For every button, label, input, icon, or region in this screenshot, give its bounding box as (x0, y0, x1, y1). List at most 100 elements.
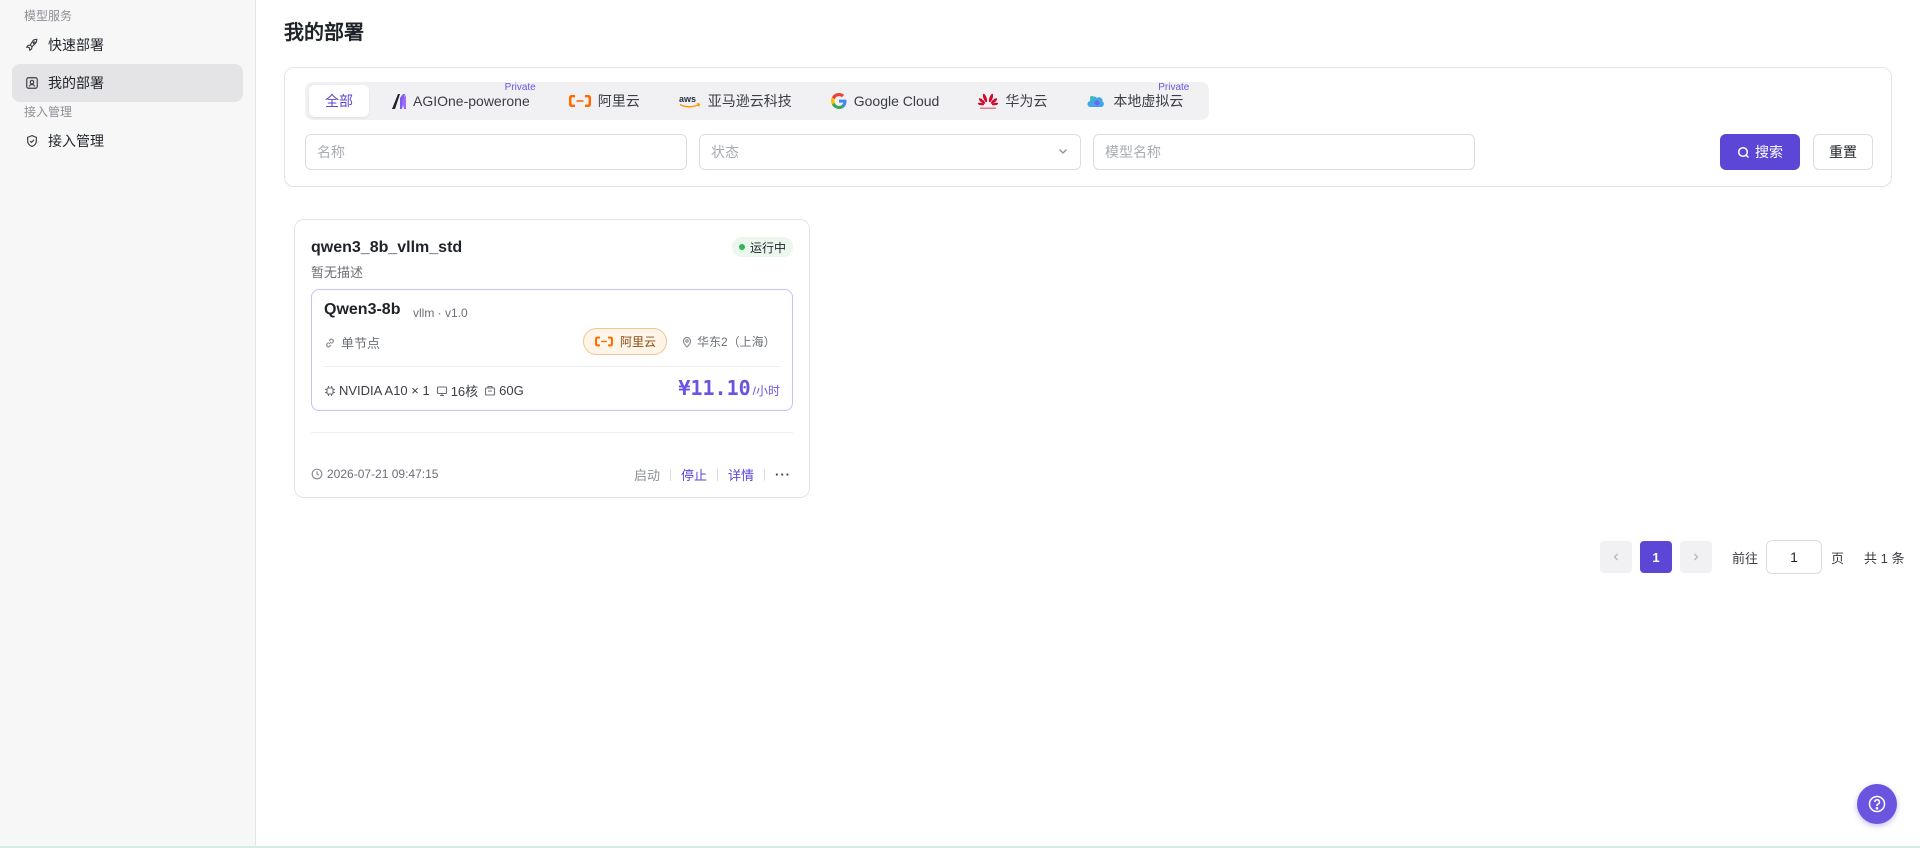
deployment-card[interactable]: qwen3_8b_vllm_std 暂无描述 运行中 Qwen3-8b vllm… (294, 219, 810, 498)
deploy-icon (24, 75, 40, 91)
goto-page-input[interactable] (1766, 540, 1823, 574)
shield-icon (24, 133, 40, 149)
tab-google-cloud[interactable]: Google Cloud (814, 85, 956, 117)
deploy-type: 单节点 (324, 333, 380, 352)
agione-logo-icon (391, 92, 407, 110)
page-number[interactable]: 1 (1640, 541, 1672, 573)
tab-aws[interactable]: aws 亚马逊云科技 (662, 85, 808, 117)
tab-label: 全部 (325, 93, 353, 109)
tab-local-cloud[interactable]: 本地虚拟云 Private (1069, 82, 1199, 117)
status-label: 运行中 (749, 240, 786, 255)
status-select[interactable]: 状态 (699, 134, 1081, 170)
divider (716, 468, 718, 481)
tab-label: AGIOne-powerone (413, 93, 530, 109)
search-button[interactable]: 搜索 (1720, 134, 1800, 170)
aliyun-logo-icon (568, 93, 592, 109)
reset-button[interactable]: 重置 (1813, 134, 1873, 170)
sidebar: 模型服务 快速部署 我的部署 接入管理 接入管理 (0, 0, 256, 846)
private-badge: Private (504, 82, 536, 93)
help-icon (1867, 794, 1887, 814)
price-unit: /小时 (752, 384, 780, 398)
status-badge: 运行中 (731, 237, 793, 257)
sidebar-item-quick-deploy[interactable]: 快速部署 (12, 26, 243, 64)
gpu-label: NVIDIA A10 × 1 (339, 383, 430, 398)
local-cloud-logo-icon (1085, 92, 1107, 110)
provider-label: 阿里云 (620, 335, 657, 349)
provider-tabs: 全部 AGIOne-powerone Private 阿里云 aws 亚马逊云科 (305, 82, 1210, 120)
tab-aliyun[interactable]: 阿里云 (552, 85, 656, 117)
status-dot-icon (738, 244, 745, 250)
more-actions-button[interactable]: ··· (775, 467, 791, 482)
cpu-spec: 16核 (436, 381, 478, 400)
filter-inputs: 状态 (305, 134, 1475, 170)
model-name: Qwen3-8b (324, 301, 401, 318)
sidebar-item-label: 我的部署 (48, 75, 104, 91)
huawei-logo-icon (977, 92, 999, 110)
sidebar-item-my-deploy[interactable]: 我的部署 (12, 64, 243, 102)
deployment-name: qwen3_8b_vllm_std (311, 239, 463, 256)
private-badge: Private (1158, 82, 1190, 93)
created-time-label: 2026-07-21 09:47:15 (327, 467, 439, 481)
goto-label: 前往 (1732, 550, 1759, 566)
tab-label: 本地虚拟云 (1113, 93, 1184, 109)
next-page-button[interactable] (1680, 541, 1712, 573)
prev-page-button[interactable] (1600, 541, 1632, 573)
model-info-box: Qwen3-8b vllm · v1.0 单节点 阿里云 华东2（上海） NVI… (311, 289, 793, 411)
link-icon (324, 337, 341, 349)
resource-specs: NVIDIA A10 × 1 16核 60G (324, 381, 530, 400)
memory-icon (484, 385, 499, 397)
name-input[interactable] (305, 134, 687, 170)
search-button-label: 搜索 (1755, 144, 1783, 160)
start-button[interactable]: 启动 (634, 465, 660, 484)
svg-text:aws: aws (679, 94, 696, 104)
location-pin-icon (681, 336, 697, 348)
aliyun-logo-icon (594, 335, 620, 348)
sidebar-group-title: 模型服务 (24, 9, 73, 23)
tab-label: Google Cloud (853, 93, 940, 109)
deploy-type-label: 单节点 (341, 336, 381, 351)
stop-button[interactable]: 停止 (681, 465, 707, 484)
tab-label: 华为云 (1005, 93, 1048, 109)
pagination: 1 前往 页 共 1 条 (1600, 540, 1905, 574)
card-actions: 启动 停止 详情 ··· (634, 465, 791, 484)
provider-badge: 阿里云 (583, 328, 668, 355)
cpu-label: 16核 (450, 384, 479, 399)
tab-label: 阿里云 (597, 93, 640, 109)
tab-label: 亚马逊云科技 (707, 93, 792, 109)
divider (311, 432, 793, 433)
created-time: 2026-07-21 09:47:15 (311, 467, 438, 481)
sidebar-item-label: 接入管理 (48, 133, 104, 149)
help-button[interactable] (1857, 784, 1897, 824)
chevron-left-icon (1611, 552, 1621, 562)
region-label: 华东2（上海） (697, 335, 776, 349)
gpu-spec: NVIDIA A10 × 1 (324, 383, 430, 398)
cpu-icon (436, 385, 451, 397)
divider (324, 366, 780, 367)
memory-label: 60G (499, 383, 524, 398)
tab-huawei-cloud[interactable]: 华为云 (961, 85, 1063, 117)
page-suffix: 页 (1831, 550, 1845, 566)
search-icon (1737, 146, 1750, 159)
tab-agione[interactable]: AGIOne-powerone Private (375, 82, 546, 117)
sidebar-group-title: 接入管理 (24, 105, 73, 119)
tab-all[interactable]: 全部 (309, 85, 369, 117)
clock-icon (311, 468, 327, 480)
main-content: 我的部署 全部 AGIOne-powerone Private 阿里云 aws … (257, 0, 1920, 846)
deployment-description: 暂无描述 (311, 265, 364, 280)
aws-logo-icon: aws (678, 93, 702, 109)
price: ¥11.10 /小时 (678, 376, 780, 400)
model-name-input[interactable] (1093, 134, 1475, 170)
filter-panel: 全部 AGIOne-powerone Private 阿里云 aws 亚马逊云科 (284, 67, 1892, 187)
rocket-icon (24, 37, 40, 53)
sidebar-item-access-management[interactable]: 接入管理 (12, 122, 243, 160)
chevron-down-icon (1057, 144, 1069, 160)
memory-spec: 60G (484, 383, 524, 398)
price-amount: ¥11.10 (678, 376, 751, 400)
model-meta: vllm · v1.0 (413, 306, 468, 320)
google-logo-icon (830, 92, 848, 110)
divider (764, 468, 765, 481)
chip-icon (324, 385, 339, 397)
region: 华东2（上海） (681, 333, 776, 350)
detail-button[interactable]: 详情 (728, 465, 754, 484)
divider (669, 468, 671, 481)
